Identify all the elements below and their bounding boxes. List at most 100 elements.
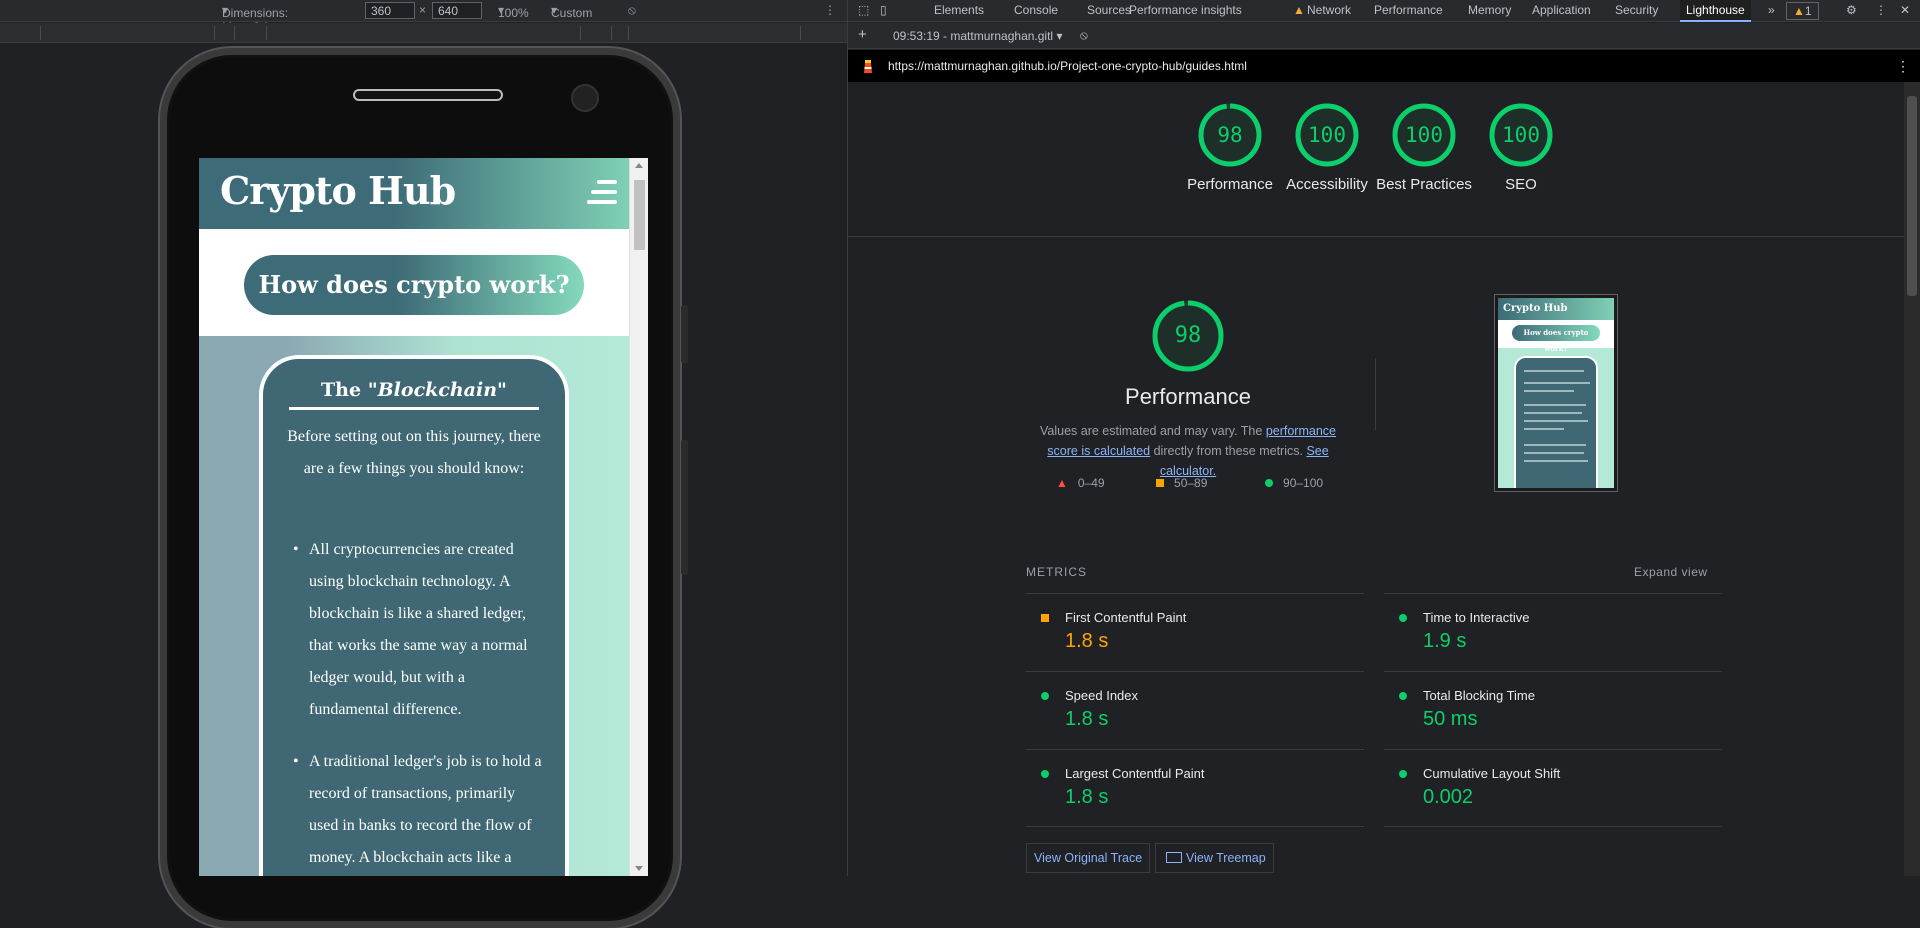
blockchain-card: The "Blockchain" Before setting out on t…: [259, 355, 569, 876]
final-screenshot-thumbnail[interactable]: Crypto Hub How does crypto work?: [1494, 294, 1618, 492]
performance-score: 98: [1174, 323, 1202, 348]
legend-pass: 90–100: [1265, 476, 1323, 490]
vertical-separator: [1375, 358, 1376, 430]
pass-circle-icon: [1041, 692, 1049, 700]
metric-value: 1.8 s: [1065, 630, 1109, 652]
phone-camera: [571, 84, 599, 112]
device-toolbar: Dimensions: Moto G4 ▾ 360 × 640 100% ▾ C…: [0, 0, 847, 34]
report-select[interactable]: 09:53:19 - mattmurnaghan.gitl ▾: [893, 29, 1062, 43]
pass-circle-icon: [1399, 614, 1407, 622]
expand-view-toggle[interactable]: Expand view: [1634, 565, 1708, 579]
more-options-icon[interactable]: ⋮: [824, 3, 836, 17]
metric-value: 1.9 s: [1423, 630, 1467, 652]
score-value: 100: [1308, 123, 1346, 147]
score-value: 100: [1502, 123, 1540, 147]
metric-name: Largest Contentful Paint: [1065, 766, 1205, 781]
legend-fail-label: 0–49: [1077, 476, 1105, 490]
times-sign: ×: [419, 3, 427, 17]
tab-performance-insights[interactable]: Performance insights: [1123, 0, 1248, 22]
device-emulator-pane: Dimensions: Moto G4 ▾ 360 × 640 100% ▾ C…: [0, 0, 847, 928]
page-scrollbar[interactable]: [629, 158, 648, 876]
inspect-element-icon[interactable]: ⬚: [852, 0, 875, 22]
tab-security[interactable]: Security: [1609, 0, 1664, 22]
view-original-trace-button[interactable]: View Original Trace: [1026, 843, 1151, 873]
zoom-select[interactable]: 100% ▾: [498, 3, 529, 20]
report-menu-icon[interactable]: ⋮: [1896, 58, 1910, 75]
warnings-badge[interactable]: ▲1: [1786, 2, 1819, 20]
metric-item: Time to Interactive 1.9 s: [1384, 593, 1722, 671]
device-select[interactable]: Dimensions: Moto G4 ▾: [222, 3, 288, 34]
view-treemap-button[interactable]: View Treemap: [1155, 843, 1274, 873]
metric-value: 1.8 s: [1065, 786, 1109, 808]
metric-name: Cumulative Layout Shift: [1423, 766, 1561, 781]
phone-volume-button: [681, 440, 688, 575]
throttle-select[interactable]: Custom ▾: [551, 3, 592, 20]
tab-memory[interactable]: Memory: [1462, 0, 1517, 22]
performance-note: Values are estimated and may vary. The p…: [1026, 421, 1350, 481]
metric-name: Total Blocking Time: [1423, 688, 1535, 703]
clear-reports-icon[interactable]: ⦸: [1080, 28, 1088, 43]
metric-item: Largest Contentful Paint 1.8 s: [1026, 749, 1364, 827]
note-text: Values are estimated and may vary. The: [1039, 424, 1263, 438]
performance-title: Performance: [1125, 384, 1251, 409]
lighthouse-toolbar: + 09:53:19 - mattmurnaghan.gitl ▾ ⦸: [848, 23, 1920, 49]
scroll-up-arrow-icon[interactable]: [635, 163, 643, 168]
scroll-down-arrow-icon[interactable]: [635, 866, 643, 871]
new-report-icon[interactable]: +: [858, 26, 867, 43]
score-gauge-4[interactable]: 100: [1488, 102, 1554, 168]
tab-application[interactable]: Application: [1526, 0, 1597, 22]
tab-lighthouse[interactable]: Lighthouse: [1680, 0, 1751, 22]
legend-pass-label: 90–100: [1283, 476, 1324, 490]
device-toolbar-icon[interactable]: ▯: [874, 0, 893, 22]
customize-menu-icon[interactable]: ⋮: [1869, 0, 1893, 22]
report-url[interactable]: https://mattmurnaghan.github.io/Project-…: [888, 59, 1247, 73]
metric-value: 50 ms: [1423, 708, 1478, 730]
thumbnail-header: Crypto Hub: [1498, 298, 1614, 320]
media-query-ruler[interactable]: [0, 23, 847, 43]
hamburger-menu-icon[interactable]: [587, 180, 617, 210]
lighthouse-icon: [864, 60, 872, 73]
pass-circle-icon: [1265, 479, 1273, 487]
card-title-prefix: The: [321, 379, 362, 401]
pass-circle-icon: [1041, 770, 1049, 778]
site-header: Crypto Hub: [199, 158, 629, 229]
height-input[interactable]: 640: [432, 2, 482, 19]
close-devtools-icon[interactable]: ✕: [1894, 0, 1916, 22]
width-input[interactable]: 360: [365, 2, 415, 19]
site-title[interactable]: Crypto Hub: [220, 168, 456, 213]
settings-gear-icon[interactable]: ⚙: [1840, 0, 1863, 22]
score-gauge-3[interactable]: 100: [1391, 102, 1457, 168]
metric-item: Speed Index 1.8 s: [1026, 671, 1364, 749]
guide-heading-button[interactable]: How does crypto work?: [244, 255, 584, 315]
tab-console[interactable]: Console: [1008, 0, 1064, 22]
list-item: A traditional ledger's job is to hold a …: [293, 746, 548, 876]
devtools-pane: ⬚ ▯ Elements Console Sources Performance…: [847, 0, 1920, 876]
rotate-icon[interactable]: ⦸: [628, 3, 636, 18]
legend-fail: ▲ 0–49: [1056, 476, 1105, 490]
metric-value: 1.8 s: [1065, 708, 1109, 730]
throttle-value: Custom: [551, 6, 593, 20]
score-gauge-2[interactable]: 100: [1294, 102, 1360, 168]
tab-performance[interactable]: Performance: [1368, 0, 1449, 22]
score-label: Accessibility: [1286, 176, 1368, 193]
average-square-icon: [1156, 479, 1164, 487]
report-scrollbar-thumb[interactable]: [1907, 96, 1917, 296]
score-gauge-1[interactable]: 98: [1197, 102, 1263, 168]
more-tabs-icon[interactable]: »: [1762, 0, 1781, 22]
metrics-heading: METRICS: [1026, 565, 1087, 579]
legend-average-label: 50–89: [1174, 476, 1208, 490]
phone-speaker: [353, 89, 503, 101]
zoom-value: 100%: [498, 6, 529, 20]
card-intro: Before setting out on this journey, ther…: [287, 428, 541, 477]
scrollbar-thumb[interactable]: [634, 180, 645, 250]
tab-network[interactable]: Network: [1301, 0, 1357, 22]
metric-name: Speed Index: [1065, 688, 1139, 703]
metric-item: Cumulative Layout Shift 0.002: [1384, 749, 1722, 827]
tab-elements[interactable]: Elements: [928, 0, 990, 22]
report-scrollbar[interactable]: [1904, 82, 1920, 876]
pass-circle-icon: [1399, 692, 1407, 700]
note-text: directly from these metrics.: [1153, 444, 1303, 458]
view-treemap-label: View Treemap: [1186, 851, 1266, 865]
thumbnail-card: [1514, 356, 1598, 488]
content-area: The "Blockchain" Before setting out on t…: [199, 336, 629, 876]
